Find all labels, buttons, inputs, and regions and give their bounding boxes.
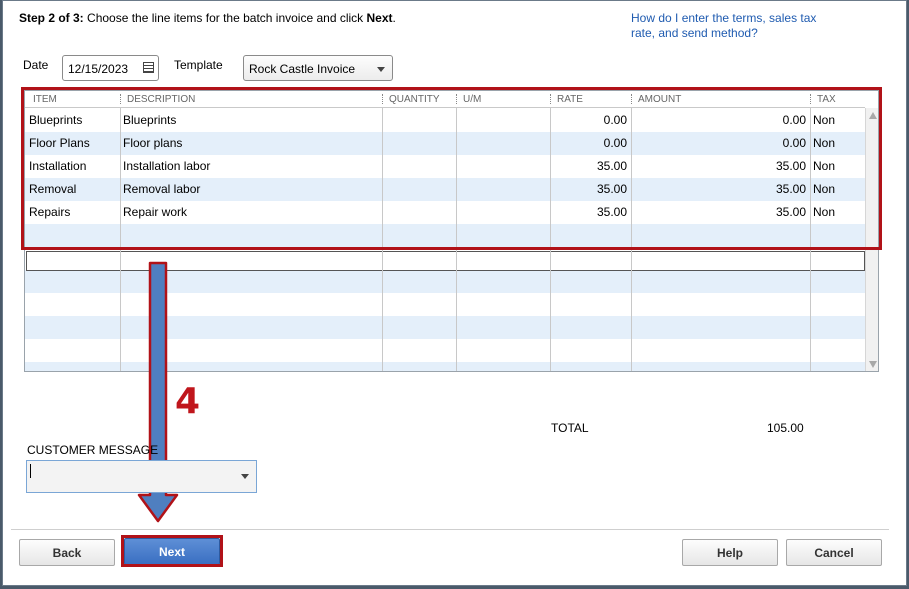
customer-message-label: CUSTOMER MESSAGE — [27, 443, 159, 457]
help-button[interactable]: Help — [682, 539, 778, 566]
date-value: 12/15/2023 — [68, 62, 129, 76]
date-field[interactable]: 12/15/2023 — [62, 55, 159, 81]
highlight-box-line-items — [21, 87, 882, 250]
batch-invoice-dialog: Step 2 of 3: Choose the line items for t… — [2, 0, 907, 586]
text-caret — [30, 464, 31, 478]
step-next-word: Next — [366, 11, 393, 25]
back-button[interactable]: Back — [19, 539, 115, 566]
chevron-down-icon[interactable] — [241, 474, 249, 479]
footer-divider — [11, 529, 889, 530]
template-value: Rock Castle Invoice — [249, 62, 356, 76]
back-button-label: Back — [52, 545, 82, 560]
help-link-terms[interactable]: How do I enter the terms, sales tax rate… — [631, 11, 841, 41]
step-prefix: Step 2 of 3: — [19, 11, 84, 25]
annotation-step-number: 4 — [175, 381, 201, 422]
cancel-button-label: Cancel — [814, 545, 854, 560]
date-label: Date — [23, 58, 49, 72]
total-value: 105.00 — [767, 421, 804, 435]
template-dropdown[interactable]: Rock Castle Invoice — [243, 55, 393, 81]
template-label: Template — [174, 58, 223, 72]
chevron-down-icon[interactable] — [377, 67, 385, 72]
scroll-down-icon[interactable] — [869, 361, 877, 368]
total-label: TOTAL — [551, 421, 589, 435]
customer-message-dropdown[interactable] — [26, 460, 257, 493]
help-button-label: Help — [716, 545, 743, 560]
step-text: Choose the line items for the batch invo… — [83, 11, 367, 25]
step-end: . — [392, 11, 396, 25]
step-instruction: Step 2 of 3: Choose the line items for t… — [19, 11, 396, 25]
calendar-icon[interactable] — [143, 62, 154, 73]
cancel-button[interactable]: Cancel — [786, 539, 882, 566]
highlight-box-next — [121, 535, 223, 567]
